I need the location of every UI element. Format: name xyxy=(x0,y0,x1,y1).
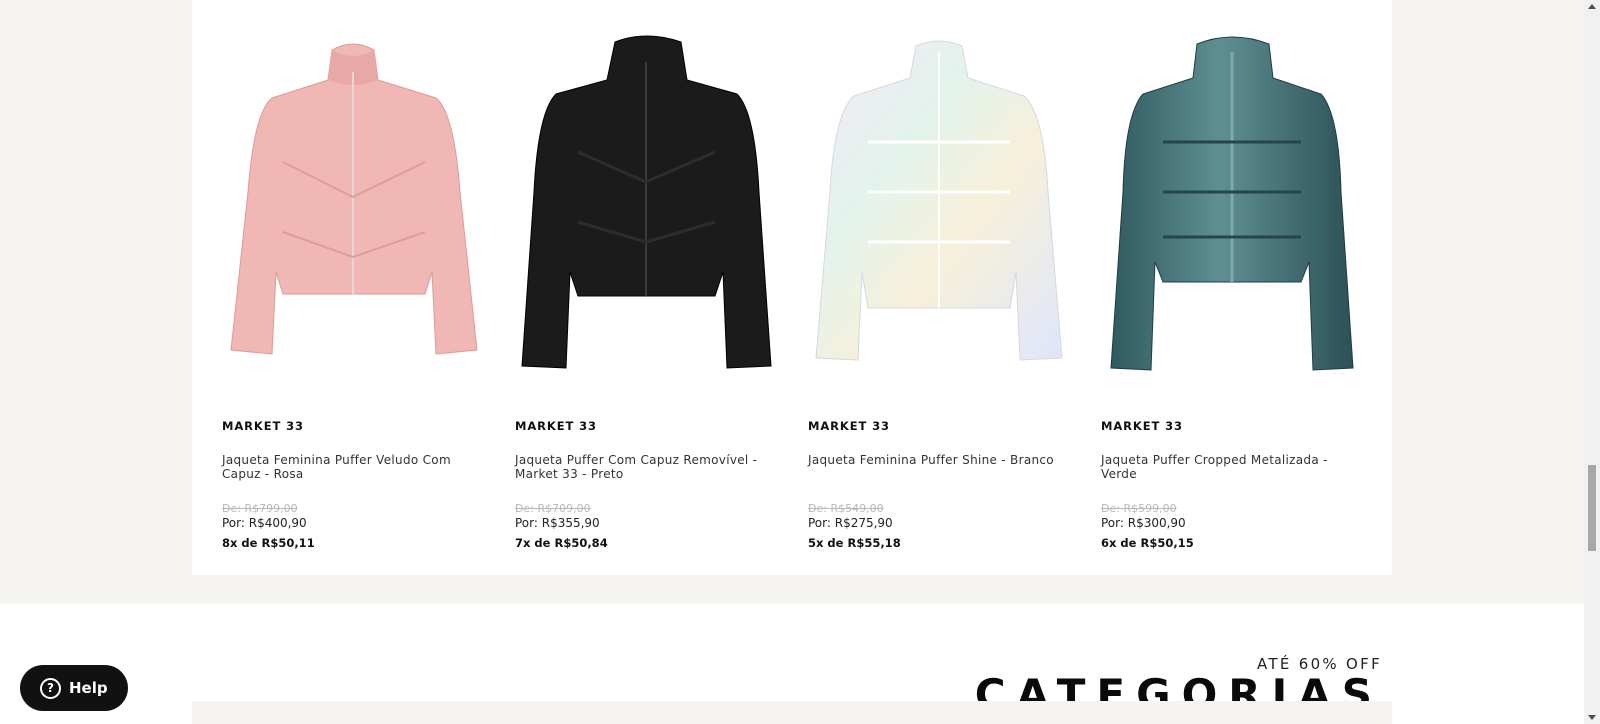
product-image-metallic-green-jacket[interactable] xyxy=(1101,32,1363,380)
product-installments: 7x de R$50,84 xyxy=(515,536,608,550)
product-price: Por: R$300,90 xyxy=(1101,516,1186,530)
product-name[interactable]: Jaqueta Feminina Puffer Veludo Com Capuz… xyxy=(222,453,484,481)
categories-strip xyxy=(192,701,1392,724)
product-card[interactable]: MARKET 33 Jaqueta Puffer Com Capuz Remov… xyxy=(515,32,777,550)
product-old-price: De: R$709,00 xyxy=(515,502,591,515)
scrollbar-thumb[interactable] xyxy=(1588,465,1596,551)
product-installments: 8x de R$50,11 xyxy=(222,536,315,550)
product-image-pink-jacket[interactable] xyxy=(222,32,484,380)
product-brand: MARKET 33 xyxy=(222,419,304,433)
product-old-price: De: R$799,00 xyxy=(222,502,298,515)
product-name[interactable]: Jaqueta Puffer Com Capuz Removível - Mar… xyxy=(515,453,777,481)
vertical-scrollbar[interactable] xyxy=(1584,0,1600,724)
help-label: Help xyxy=(69,679,108,697)
product-old-price: De: R$549,00 xyxy=(808,502,884,515)
product-card[interactable]: MARKET 33 Jaqueta Feminina Puffer Shine … xyxy=(808,32,1070,550)
product-price: Por: R$275,90 xyxy=(808,516,893,530)
product-brand: MARKET 33 xyxy=(1101,419,1183,433)
product-image-iridescent-jacket[interactable] xyxy=(808,32,1070,380)
scroll-down-arrow-icon[interactable] xyxy=(1588,715,1596,720)
product-old-price: De: R$599,00 xyxy=(1101,502,1177,515)
product-grid: MARKET 33 Jaqueta Feminina Puffer Veludo… xyxy=(192,0,1392,575)
product-installments: 6x de R$50,15 xyxy=(1101,536,1194,550)
product-name[interactable]: Jaqueta Feminina Puffer Shine - Branco xyxy=(808,453,1070,467)
product-card[interactable]: MARKET 33 Jaqueta Puffer Cropped Metaliz… xyxy=(1101,32,1363,550)
product-price: Por: R$355,90 xyxy=(515,516,600,530)
page: MARKET 33 Jaqueta Feminina Puffer Veludo… xyxy=(0,0,1584,724)
product-image-black-jacket[interactable] xyxy=(515,32,777,380)
product-installments: 5x de R$55,18 xyxy=(808,536,901,550)
product-name[interactable]: Jaqueta Puffer Cropped Metalizada - Verd… xyxy=(1101,453,1363,481)
scroll-up-arrow-icon[interactable] xyxy=(1588,4,1596,9)
question-circle-icon: ? xyxy=(40,677,61,699)
help-button[interactable]: ? Help xyxy=(20,665,128,711)
product-card[interactable]: MARKET 33 Jaqueta Feminina Puffer Veludo… xyxy=(222,32,484,550)
product-brand: MARKET 33 xyxy=(515,419,597,433)
product-brand: MARKET 33 xyxy=(808,419,890,433)
categories-section: ATÉ 60% OFF CATEGORIAS xyxy=(0,604,1584,724)
product-price: Por: R$400,90 xyxy=(222,516,307,530)
